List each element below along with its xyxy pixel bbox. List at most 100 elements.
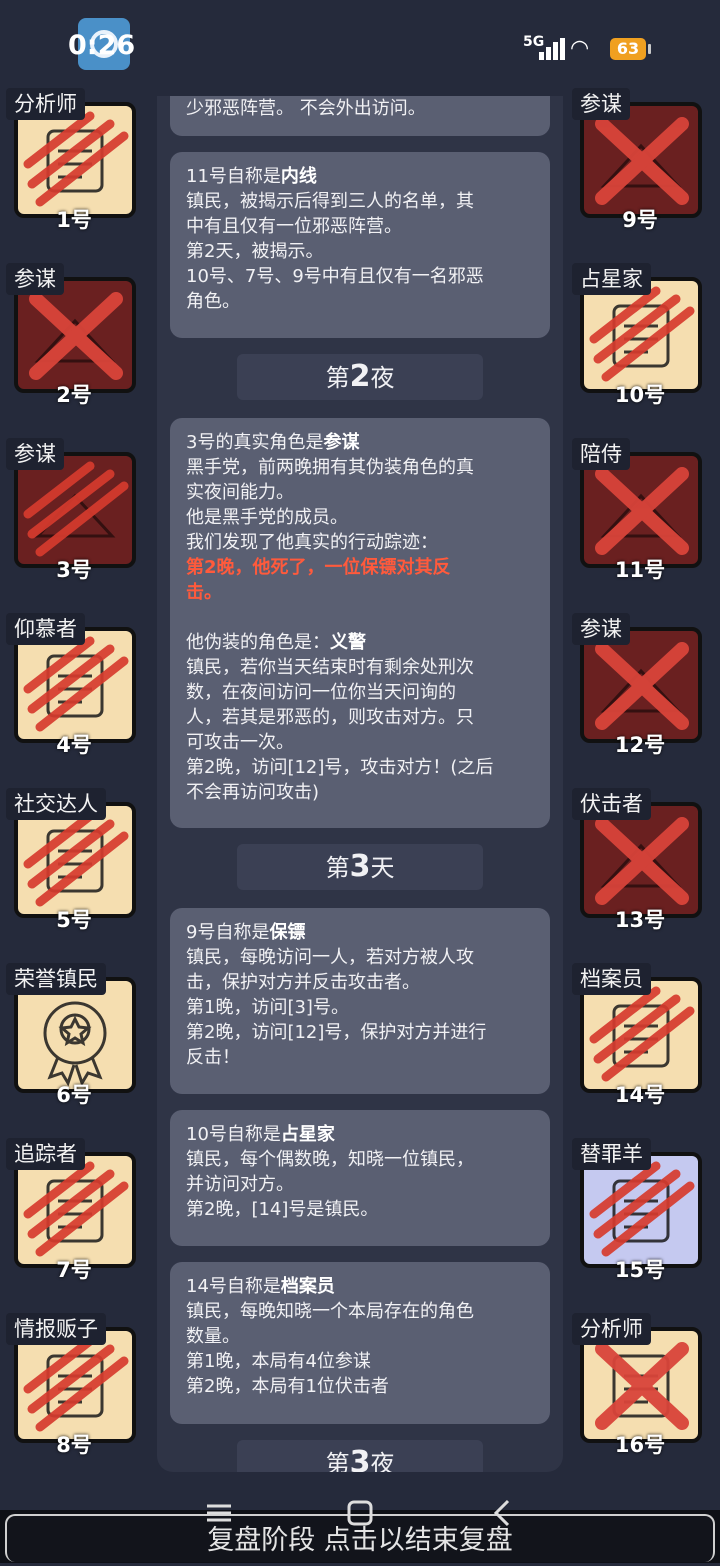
log-line: 黑手党，前两晚拥有其伪装角色的真 bbox=[186, 457, 474, 478]
log-line: 击，保护对方并反击攻击者。 bbox=[186, 972, 420, 993]
player-card[interactable]: 情报贩子 8号 bbox=[6, 1313, 142, 1457]
signal-icon bbox=[533, 38, 565, 60]
player-number: 11号 bbox=[614, 558, 666, 582]
player-number: 10号 bbox=[614, 383, 666, 407]
status-bar: 0:26 5G ◠ 63 bbox=[0, 0, 720, 96]
log-line: 他是黑手党的成员。 bbox=[186, 507, 348, 528]
log-card-header: 9号自称是保镖 bbox=[186, 922, 306, 943]
player-number: 6号 bbox=[56, 1083, 92, 1107]
wifi-icon: ◠ bbox=[570, 36, 590, 61]
player-role-label: 参谋 bbox=[572, 88, 630, 120]
log-line: 第2晚，访问[12]号，攻击对方！(之后 bbox=[186, 757, 494, 778]
log-line: 第2天，被揭示。 bbox=[186, 241, 324, 262]
log-card: 14号自称是档案员 镇民，每晚知晓一个本局存在的角色 数量。 第1晚，本局有4位… bbox=[170, 1262, 550, 1424]
player-role-label: 社交达人 bbox=[6, 788, 106, 820]
player-card[interactable]: 荣誉镇民 6号 bbox=[6, 963, 142, 1107]
log-card: 10号自称是占星家 镇民，每个偶数晚，知晓一位镇民， 并访问对方。 第2晚，[1… bbox=[170, 1110, 550, 1246]
log-line: 镇民，每个偶数晚，知晓一位镇民， bbox=[186, 1149, 474, 1170]
player-number: 5号 bbox=[56, 908, 92, 932]
back-nav-icon[interactable] bbox=[488, 1498, 518, 1528]
player-role-label: 档案员 bbox=[572, 963, 651, 995]
player-card[interactable]: 陪侍 11号 bbox=[572, 438, 708, 582]
player-role-label: 陪侍 bbox=[572, 438, 630, 470]
player-card[interactable]: 替罪羊 15号 bbox=[572, 1138, 708, 1282]
log-line: 并访问对方。 bbox=[186, 1174, 294, 1195]
log-line: 反击！ bbox=[186, 1047, 240, 1068]
player-role-label: 分析师 bbox=[572, 1313, 651, 1345]
log-card: 3号的真实角色是参谋 黑手党，前两晚拥有其伪装角色的真 实夜间能力。 他是黑手党… bbox=[170, 418, 550, 828]
log-line: 少邪恶阵营。 不会外出访问。 bbox=[186, 98, 426, 119]
player-number: 8号 bbox=[56, 1433, 92, 1457]
battery-icon: 63 bbox=[610, 38, 651, 60]
player-card[interactable]: 参谋 3号 bbox=[6, 438, 142, 582]
log-card-header: 3号的真实角色是参谋 bbox=[186, 432, 360, 453]
player-card[interactable]: 参谋 2号 bbox=[6, 263, 142, 407]
review-log[interactable]: 少邪恶阵营。 不会外出访问。 11号自称是内线 镇民，被揭示后得到三人的名单，其… bbox=[157, 96, 563, 1472]
player-number: 3号 bbox=[56, 558, 92, 582]
log-line: 镇民，每晚访问一人，若对方被人攻 bbox=[186, 947, 474, 968]
player-role-label: 参谋 bbox=[6, 438, 64, 470]
log-line: 镇民，每晚知晓一个本局存在的角色 bbox=[186, 1301, 474, 1322]
player-number: 14号 bbox=[614, 1083, 666, 1107]
player-role-label: 参谋 bbox=[6, 263, 64, 295]
player-card[interactable]: 仰慕者 4号 bbox=[6, 613, 142, 757]
log-line: 10号、7号、9号中有且仅有一名邪恶 bbox=[186, 266, 484, 287]
player-number: 15号 bbox=[614, 1258, 666, 1282]
phase-header: 第3夜 bbox=[237, 1440, 483, 1472]
player-role-label: 仰慕者 bbox=[6, 613, 85, 645]
log-card-header: 14号自称是档案员 bbox=[186, 1276, 335, 1297]
disguise-header: 他伪装的角色是：义警 bbox=[186, 632, 366, 653]
log-line: 可攻击一次。 bbox=[186, 732, 294, 753]
player-card[interactable]: 占星家 10号 bbox=[572, 263, 708, 407]
menu-nav-icon[interactable] bbox=[204, 1498, 234, 1528]
log-line: 角色。 bbox=[186, 291, 240, 312]
log-line: 我们发现了他真实的行动踪迹： bbox=[186, 532, 438, 553]
phase-header: 第2夜 bbox=[237, 354, 483, 400]
log-line: 第2晚，[14]号是镇民。 bbox=[186, 1199, 379, 1220]
clock: 0:26 bbox=[68, 30, 136, 61]
player-role-label: 分析师 bbox=[6, 88, 85, 120]
log-card: 少邪恶阵营。 不会外出访问。 bbox=[170, 96, 550, 136]
player-role-label: 情报贩子 bbox=[6, 1313, 106, 1345]
log-line: 镇民，若你当天结束时有剩余处刑次 bbox=[186, 657, 474, 678]
player-number: 4号 bbox=[56, 733, 92, 757]
log-highlight-line: 击。 bbox=[186, 582, 222, 603]
log-card: 11号自称是内线 镇民，被揭示后得到三人的名单，其 中有且仅有一位邪恶阵营。 第… bbox=[170, 152, 550, 338]
log-line: 人，若其是邪恶的，则攻击对方。只 bbox=[186, 707, 474, 728]
player-card[interactable]: 档案员 14号 bbox=[572, 963, 708, 1107]
player-card[interactable]: 分析师 16号 bbox=[572, 1313, 708, 1457]
player-number: 16号 bbox=[614, 1433, 666, 1457]
log-highlight-line: 第2晚，他死了，一位保镖对其反 bbox=[186, 557, 451, 578]
player-number: 1号 bbox=[56, 208, 92, 232]
player-role-label: 伏击者 bbox=[572, 788, 651, 820]
player-number: 9号 bbox=[622, 208, 658, 232]
log-card-header: 10号自称是占星家 bbox=[186, 1124, 335, 1145]
player-card[interactable]: 分析师 1号 bbox=[6, 88, 142, 232]
player-role-label: 荣誉镇民 bbox=[6, 963, 106, 995]
log-line: 第1晚，访问[3]号。 bbox=[186, 997, 349, 1018]
log-card-header: 11号自称是内线 bbox=[186, 166, 317, 187]
player-card[interactable]: 参谋 12号 bbox=[572, 613, 708, 757]
player-number: 7号 bbox=[56, 1258, 92, 1282]
player-number: 13号 bbox=[614, 908, 666, 932]
player-card[interactable]: 参谋 9号 bbox=[572, 88, 708, 232]
log-line: 数，在夜间访问一位你当天问询的 bbox=[186, 682, 456, 703]
log-line: 第1晚，本局有4位参谋 bbox=[186, 1351, 371, 1372]
phase-header: 第3天 bbox=[237, 844, 483, 890]
player-card[interactable]: 伏击者 13号 bbox=[572, 788, 708, 932]
player-role-label: 占星家 bbox=[572, 263, 651, 295]
battery-level: 63 bbox=[616, 39, 640, 58]
player-role-label: 替罪羊 bbox=[572, 1138, 651, 1170]
player-card[interactable]: 追踪者 7号 bbox=[6, 1138, 142, 1282]
log-line: 中有且仅有一位邪恶阵营。 bbox=[186, 216, 402, 237]
player-number: 2号 bbox=[56, 383, 92, 407]
log-line: 数量。 bbox=[186, 1326, 240, 1347]
player-card[interactable]: 社交达人 5号 bbox=[6, 788, 142, 932]
log-line: 镇民，被揭示后得到三人的名单，其 bbox=[186, 191, 474, 212]
log-line: 不会再访问攻击) bbox=[186, 782, 320, 803]
player-role-label: 追踪者 bbox=[6, 1138, 85, 1170]
home-nav-icon[interactable] bbox=[345, 1498, 375, 1528]
player-role-label: 参谋 bbox=[572, 613, 630, 645]
player-number: 12号 bbox=[614, 733, 666, 757]
log-card: 9号自称是保镖 镇民，每晚访问一人，若对方被人攻 击，保护对方并反击攻击者。 第… bbox=[170, 908, 550, 1094]
